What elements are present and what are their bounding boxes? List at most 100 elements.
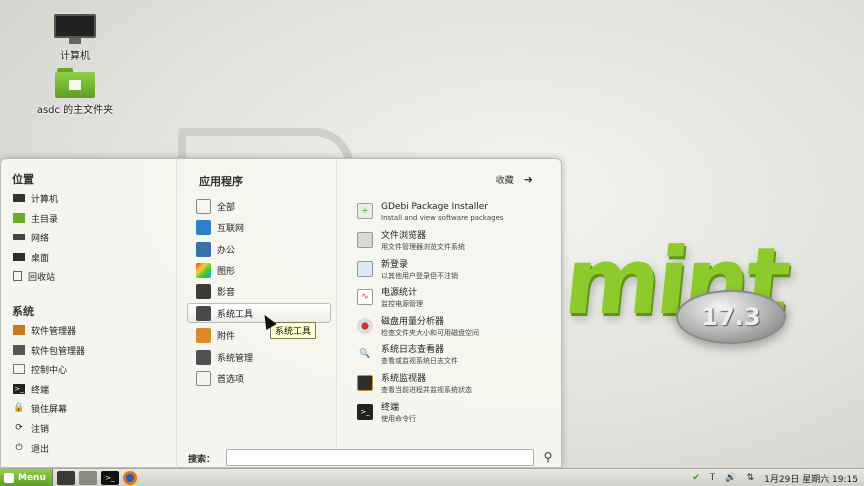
terminal-launcher-icon[interactable]: >_	[100, 470, 119, 485]
app-terminal[interactable]: >_ 终端 使用命令行	[357, 402, 557, 428]
app-description: 监控电源管理	[381, 300, 423, 308]
app-name: 文件浏览器	[381, 231, 427, 241]
app-system-monitor[interactable]: 系统监视器 查看当前进程并监视系统状态	[357, 373, 557, 399]
system-item-label: 软件包管理器	[31, 346, 86, 357]
category-office[interactable]: 办公	[187, 239, 331, 259]
category-label: 系统工具	[217, 309, 254, 320]
places-heading: 位置	[12, 173, 34, 186]
preferences-icon	[196, 370, 211, 386]
system-tray: ✔ Ꭲ 🔊 ⇅ 1月29日 星期六 19:15	[692, 469, 858, 486]
places-item-network[interactable]: 网络	[13, 228, 49, 246]
file-browser-icon	[357, 232, 373, 248]
category-label: 首选项	[217, 374, 245, 385]
monitor-icon	[54, 14, 96, 44]
category-label: 图形	[217, 266, 236, 277]
file-manager-launcher-icon[interactable]	[78, 470, 97, 485]
trash-icon	[13, 271, 22, 281]
system-item-label: 控制中心	[31, 365, 68, 376]
app-description: 以其他用户登录但不注销	[381, 272, 458, 280]
category-graphics[interactable]: 图形	[187, 260, 331, 280]
app-file-browser[interactable]: 文件浏览器 用文件管理器浏览文件系统	[357, 230, 557, 256]
office-icon	[196, 241, 211, 257]
all-apps-icon	[196, 198, 211, 214]
system-item-lock-screen[interactable]: 🔒 锁住屏幕	[13, 399, 67, 417]
category-multimedia[interactable]: 影音	[187, 281, 331, 301]
category-internet[interactable]: 互联网	[187, 217, 331, 237]
network-status-icon[interactable]: ⇅	[747, 473, 755, 483]
category-preferences[interactable]: 首选项	[187, 368, 331, 388]
magnifier-icon: 🔍	[359, 349, 371, 359]
category-system-tools[interactable]: 系统工具	[187, 303, 331, 323]
places-item-trash[interactable]: 回收站	[13, 267, 55, 285]
system-item-terminal[interactable]: >_ 终端	[13, 380, 49, 398]
places-item-computer[interactable]: 计算机	[13, 189, 58, 207]
volume-icon[interactable]: 🔊	[725, 473, 736, 483]
app-name: 终端	[381, 403, 400, 413]
system-tools-icon	[196, 305, 211, 321]
new-login-icon	[357, 261, 373, 277]
internet-icon	[196, 219, 211, 235]
system-item-label: 终端	[31, 385, 50, 396]
firefox-launcher-icon[interactable]	[122, 470, 137, 485]
category-administration[interactable]: 系统管理	[187, 347, 331, 367]
mint-menu-icon	[4, 472, 14, 483]
computer-icon	[13, 194, 25, 202]
system-item-logout[interactable]: ⟳ 注销	[13, 419, 49, 437]
app-name: 系统日志查看器	[381, 345, 445, 355]
mint-version-badge: 17.3	[676, 290, 786, 344]
software-manager-icon	[13, 325, 25, 335]
app-description: 查看或监视系统日志文件	[381, 357, 458, 365]
administration-icon	[196, 349, 211, 365]
category-label: 系统管理	[217, 353, 254, 364]
places-item-desktop[interactable]: 桌面	[13, 248, 49, 266]
start-menu: 位置 计算机 主目录 网络 桌面 回收站 系统 软件管理器 软件包管理器 控制中…	[0, 158, 562, 469]
places-item-label: 计算机	[31, 194, 59, 205]
app-name: 新登录	[381, 260, 409, 270]
category-all[interactable]: 全部	[187, 196, 331, 216]
desktop-icon-home[interactable]: asdc 的主文件夹	[25, 68, 125, 116]
search-icon[interactable]: ⚲	[540, 449, 556, 465]
app-name: GDebi Package Installer	[381, 202, 489, 212]
system-item-label: 锁住屏幕	[31, 404, 68, 415]
menu-button[interactable]: Menu	[0, 468, 53, 486]
system-item-quit[interactable]: ⏻ 退出	[13, 439, 49, 457]
desktop-icon-label: asdc 的主文件夹	[36, 105, 114, 116]
places-item-home[interactable]: 主目录	[13, 209, 58, 227]
clock[interactable]: 1月29日 星期六 19:15	[764, 472, 858, 485]
system-item-label: 软件管理器	[31, 326, 77, 337]
app-log-viewer[interactable]: 🔍 系统日志查看器查看或监视系统日志文件	[357, 344, 557, 370]
category-label: 办公	[217, 245, 236, 256]
accessories-icon	[196, 327, 211, 343]
power-statistics-icon: ∿	[357, 289, 373, 305]
places-item-label: 桌面	[31, 253, 50, 264]
app-gdebi[interactable]: + GDebi Package Installer Install and vie…	[357, 201, 557, 227]
bottom-panel: Menu >_ ✔ Ꭲ 🔊 ⇅ 1月29日 星期六 19:15	[0, 468, 864, 486]
app-name: 磁盘用量分析器	[381, 317, 445, 327]
desktop-icon-computer[interactable]: 计算机	[25, 14, 125, 62]
update-manager-icon[interactable]: ✔	[692, 473, 700, 483]
system-monitor-icon	[357, 375, 373, 391]
places-item-label: 回收站	[28, 272, 56, 283]
system-item-control-center[interactable]: 控制中心	[13, 360, 67, 378]
package-installer-icon: +	[357, 203, 373, 219]
system-item-software-manager[interactable]: 软件管理器	[13, 321, 76, 339]
graphics-icon	[196, 262, 211, 278]
desktop-icon-label: 计算机	[60, 51, 90, 62]
bluetooth-icon[interactable]: Ꭲ	[710, 473, 715, 483]
network-icon	[13, 234, 25, 240]
system-item-package-manager[interactable]: 软件包管理器	[13, 341, 85, 359]
app-name: 电源统计	[381, 288, 418, 298]
search-input[interactable]	[226, 449, 534, 466]
favorites-button[interactable]: 收藏 ➜	[496, 173, 533, 186]
show-desktop-icon[interactable]	[56, 470, 75, 485]
applications-heading: 应用程序	[199, 175, 243, 188]
power-icon: ⏻	[15, 443, 23, 453]
app-disk-usage[interactable]: 磁盘用量分析器 检查文件夹大小和可用磁盘空间	[357, 316, 557, 342]
system-heading: 系统	[12, 305, 34, 318]
category-label: 互联网	[217, 223, 245, 234]
home-folder-icon	[55, 68, 95, 98]
app-power-statistics[interactable]: ∿ 电源统计监控电源管理	[357, 287, 557, 313]
arrow-right-icon: ➜	[523, 173, 533, 186]
app-new-login[interactable]: 新登录以其他用户登录但不注销	[357, 259, 557, 285]
app-description: 使用命令行	[381, 415, 416, 423]
